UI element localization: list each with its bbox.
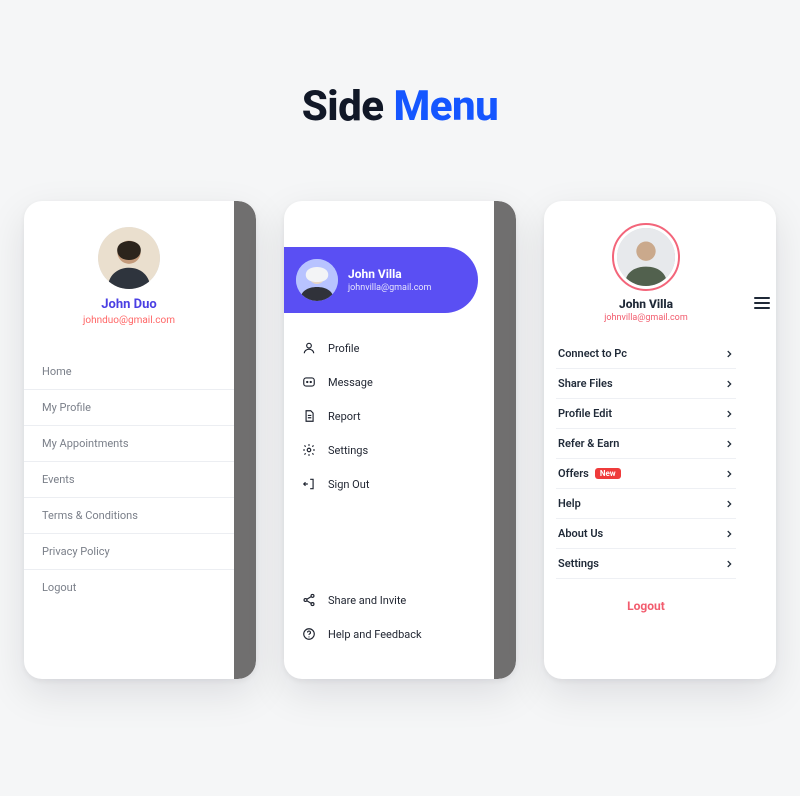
menu-item-offers[interactable]: Offers New	[556, 459, 736, 489]
menu-item-settings[interactable]: Settings	[302, 433, 494, 467]
signout-icon	[302, 477, 316, 491]
backdrop-strip	[234, 201, 256, 679]
phone-design-2: John Villa johnvilla@gmail.com Profile M…	[284, 201, 516, 679]
avatar	[617, 228, 675, 286]
help-icon	[302, 627, 316, 641]
menu-item-share[interactable]: Share and Invite	[302, 583, 494, 617]
phone-design-3: John Villa johnvilla@gmail.com Connect t…	[544, 201, 776, 679]
menu-item-terms[interactable]: Terms & Conditions	[24, 498, 234, 534]
menu-item-profile[interactable]: Profile	[302, 331, 494, 365]
avatar-ring[interactable]	[612, 223, 680, 291]
menu-label: My Appointments	[42, 437, 129, 450]
user-name: John Duo	[24, 297, 234, 312]
menu-label: My Profile	[42, 401, 91, 414]
person-avatar-icon	[617, 228, 675, 286]
message-icon	[302, 375, 316, 389]
chevron-right-icon	[724, 499, 734, 509]
person-avatar-icon	[296, 259, 338, 301]
menu-label: Offers	[558, 467, 589, 480]
document-icon	[302, 409, 316, 423]
menu-item-report[interactable]: Report	[302, 399, 494, 433]
drawer1-menu: Home My Profile My Appointments Events T…	[24, 354, 234, 605]
menu-label: Share and Invite	[328, 594, 406, 607]
drawer-1: John Duo johnduo@gmail.com Home My Profi…	[24, 201, 234, 679]
chevron-right-icon	[724, 439, 734, 449]
user-name: John Villa	[544, 297, 748, 311]
user-email: johnvilla@gmail.com	[544, 313, 748, 323]
menu-label: Privacy Policy	[42, 545, 110, 558]
menu-label: Events	[42, 473, 75, 486]
gear-icon	[302, 443, 316, 457]
drawer2-menu: Profile Message Report Settings Sign Out	[284, 331, 494, 501]
hamburger-icon[interactable]	[754, 297, 770, 309]
menu-item-signout[interactable]: Sign Out	[302, 467, 494, 501]
user-email: johnduo@gmail.com	[24, 315, 234, 326]
menu-item-share-files[interactable]: Share Files	[556, 369, 736, 399]
drawer3-header: John Villa johnvilla@gmail.com	[544, 201, 748, 329]
avatar[interactable]	[98, 227, 160, 289]
share-icon	[302, 593, 316, 607]
drawer1-header: John Duo johnduo@gmail.com	[24, 201, 234, 336]
menu-item-events[interactable]: Events	[24, 462, 234, 498]
chevron-right-icon	[724, 379, 734, 389]
menu-label: Message	[328, 376, 373, 389]
drawer2-profile-card[interactable]: John Villa johnvilla@gmail.com	[284, 247, 478, 313]
menu-label: Connect to Pc	[558, 347, 627, 360]
menu-item-appointments[interactable]: My Appointments	[24, 426, 234, 462]
menu-label: Share Files	[558, 377, 613, 390]
menu-label: Refer & Earn	[558, 437, 619, 450]
main-screen-peek	[748, 201, 776, 679]
menu-label: Help	[558, 497, 581, 510]
page-title: Side Menu	[0, 0, 800, 131]
menu-item-privacy[interactable]: Privacy Policy	[24, 534, 234, 570]
menu-item-profile-edit[interactable]: Profile Edit	[556, 399, 736, 429]
menu-label: Settings	[558, 557, 599, 570]
chevron-right-icon	[724, 409, 734, 419]
person-avatar-icon	[98, 227, 160, 289]
menu-item-refer[interactable]: Refer & Earn	[556, 429, 736, 459]
new-badge: New	[595, 468, 621, 479]
title-part-2: Menu	[393, 82, 498, 131]
chevron-right-icon	[724, 349, 734, 359]
drawer-3: John Villa johnvilla@gmail.com Connect t…	[544, 201, 748, 679]
logout-label: Logout	[627, 599, 665, 613]
menu-label: Help and Feedback	[328, 628, 422, 641]
menu-label: Report	[328, 410, 361, 423]
menu-item-help[interactable]: Help	[556, 489, 736, 519]
chevron-right-icon	[724, 559, 734, 569]
chevron-right-icon	[724, 529, 734, 539]
phone-design-1: John Duo johnduo@gmail.com Home My Profi…	[24, 201, 256, 679]
menu-item-profile[interactable]: My Profile	[24, 390, 234, 426]
user-email: johnvilla@gmail.com	[348, 283, 431, 293]
menu-label: Settings	[328, 444, 368, 457]
menu-item-home[interactable]: Home	[24, 354, 234, 390]
menu-label: About Us	[558, 527, 603, 540]
title-part-1: Side	[302, 82, 394, 131]
menu-label: Logout	[42, 581, 76, 594]
user-icon	[302, 341, 316, 355]
menu-item-settings[interactable]: Settings	[556, 549, 736, 579]
backdrop-strip	[494, 201, 516, 679]
drawer3-menu: Connect to Pc Share Files Profile Edit R…	[544, 339, 748, 579]
menu-label: Sign Out	[328, 478, 369, 491]
menu-label: Terms & Conditions	[42, 509, 138, 522]
drawer2-bottom-menu: Share and Invite Help and Feedback	[284, 583, 494, 679]
menu-item-help[interactable]: Help and Feedback	[302, 617, 494, 651]
drawer-2: John Villa johnvilla@gmail.com Profile M…	[284, 201, 494, 679]
chevron-right-icon	[724, 469, 734, 479]
menu-item-message[interactable]: Message	[302, 365, 494, 399]
menu-label: Profile Edit	[558, 407, 612, 420]
avatar	[296, 259, 338, 301]
menu-item-logout[interactable]: Logout	[24, 570, 234, 605]
menu-item-about[interactable]: About Us	[556, 519, 736, 549]
menu-label: Profile	[328, 342, 359, 355]
user-name: John Villa	[348, 267, 431, 281]
menu-item-connect[interactable]: Connect to Pc	[556, 339, 736, 369]
menu-label: Home	[42, 365, 72, 378]
logout-button[interactable]: Logout	[544, 579, 748, 613]
showcase-row: John Duo johnduo@gmail.com Home My Profi…	[0, 201, 800, 679]
